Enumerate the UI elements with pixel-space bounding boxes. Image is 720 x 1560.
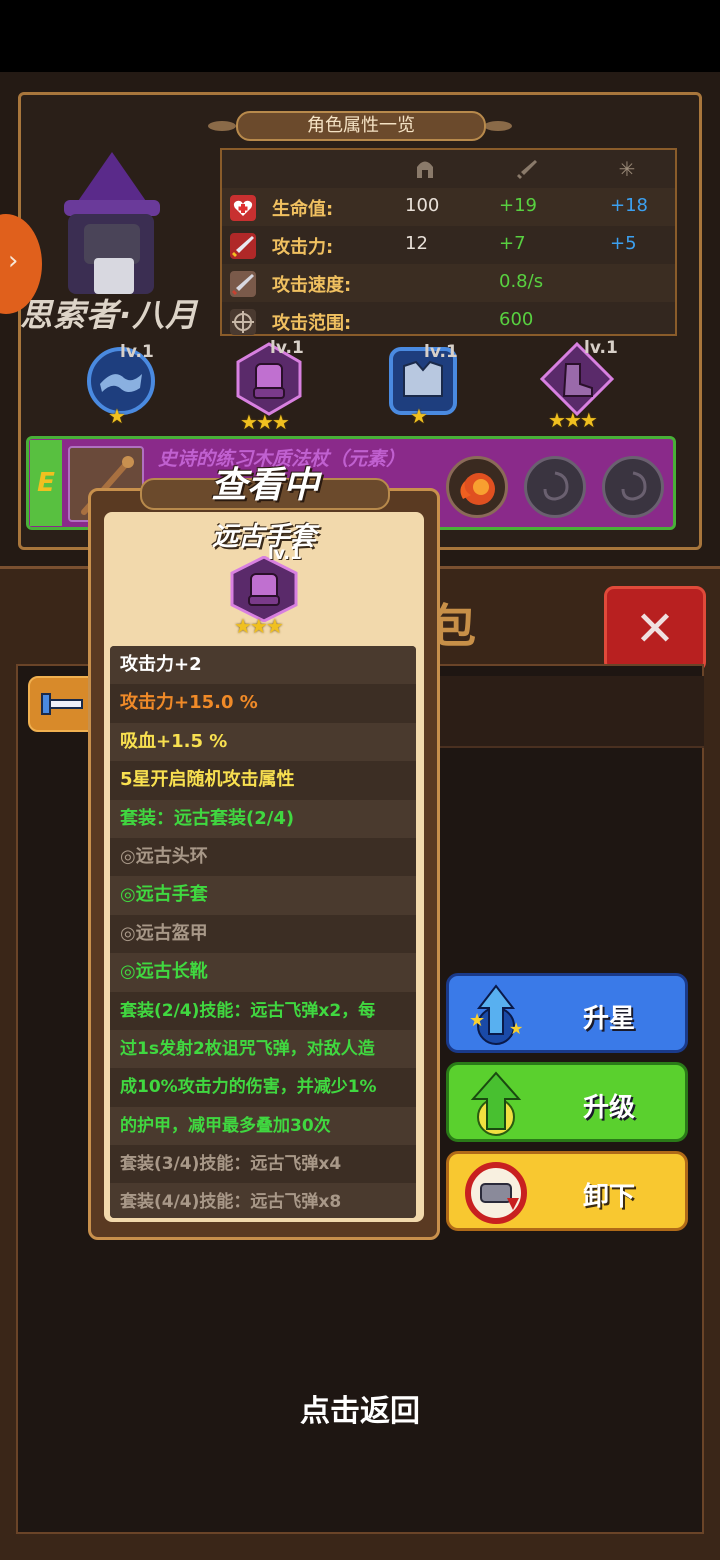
stat-base-value: 12	[405, 233, 428, 254]
set-skill-line: 套装(2/4)技能：远古飞弹x2，每	[110, 991, 416, 1030]
vortex-icon	[543, 471, 569, 501]
item-level: lv.1	[268, 544, 302, 564]
set-skill-line: 成10%攻击力的伤害，并减少1%	[110, 1068, 416, 1107]
weapon-grade-badge: E	[30, 440, 62, 526]
slot-level: lv.1	[120, 342, 154, 362]
wizard-robe	[94, 258, 134, 294]
level-up-arrow-icon	[470, 1071, 522, 1136]
title-ornament-right	[484, 121, 512, 131]
set-piece-row: ◎远古头环	[110, 837, 416, 877]
stats-header-row: ✳	[222, 150, 675, 188]
item-name: 远古手套	[211, 522, 316, 552]
stat-extra-bonus: +5	[610, 233, 637, 254]
slot-level: lv.1	[424, 342, 458, 362]
chevron-right-icon[interactable]: ›	[8, 246, 18, 276]
unequip-label: 卸下	[582, 1182, 635, 1212]
attr-row: 5星开启随机攻击属性	[110, 761, 416, 800]
stat-row-attack-range: 攻击范围: 600	[222, 302, 675, 340]
star-up-label: 升星	[582, 1004, 635, 1034]
stat-equip-bonus: +19	[499, 195, 537, 216]
skill-slot-fireball[interactable]	[446, 456, 508, 518]
skill-slot-empty[interactable]	[602, 456, 664, 518]
close-button[interactable]: ✕	[604, 586, 706, 672]
sparkle-icon: ✳	[618, 157, 636, 181]
attribute-overview-title: 角色属性一览	[236, 111, 486, 141]
set-skill-line: 的护甲，减甲最多叠加30次	[110, 1106, 416, 1146]
stats-table: ✳ 生命值: 100 +19 +18 攻击力: 12 +7 +5 攻击速度: 0…	[220, 148, 677, 336]
slot-stars: ★★★	[240, 410, 290, 434]
status-bar-area	[0, 0, 720, 72]
character-name: 思索者·八月	[20, 296, 199, 334]
locked-set-skill: 套装(3/4)技能：远古飞弹x4	[110, 1145, 416, 1184]
sword-attack-icon	[230, 233, 256, 259]
set-piece-row: ◎远古长靴	[110, 953, 416, 992]
stat-row-attack-speed: 攻击速度: 0.8/s	[222, 264, 675, 302]
unequip-button[interactable]: 卸下	[446, 1151, 688, 1231]
stat-row-hp: 生命值: 100 +19 +18	[222, 188, 675, 226]
set-name-row: 套装：远古套装(2/4)	[110, 799, 416, 838]
stat-extra-bonus: +18	[610, 195, 648, 216]
stat-equip-bonus: 0.8/s	[499, 271, 544, 292]
locked-set-skill: 套装(4/4)技能：远古飞弹x8	[110, 1183, 416, 1218]
stat-label: 生命值:	[272, 199, 334, 220]
attr-row: 吸血+1.5 %	[110, 722, 416, 762]
bag-tab-strip	[440, 676, 704, 748]
set-piece-row: ◎远古手套	[110, 876, 416, 915]
crosshair-icon	[230, 309, 256, 335]
star-up-button[interactable]: ★ ★ 升星	[446, 973, 688, 1053]
svg-text:★: ★	[469, 1010, 485, 1031]
slot-stars: ★	[410, 404, 428, 428]
set-skill-line: 过1s发射2枚诅咒飞弹，对敌人造	[110, 1029, 416, 1069]
vortex-icon	[621, 471, 647, 501]
slot-level: lv.1	[584, 338, 618, 358]
stat-equip-bonus: 600	[499, 309, 534, 330]
gauntlet-icon	[230, 556, 298, 622]
stat-label: 攻击范围:	[272, 313, 352, 334]
attr-row: 攻击力+2	[110, 646, 416, 685]
sword-icon	[516, 158, 538, 180]
slot-stars: ★	[108, 404, 126, 428]
heart-icon	[230, 195, 256, 221]
item-attribute-list: 攻击力+2 攻击力+15.0 % 吸血+1.5 % 5星开启随机攻击属性 套装：…	[110, 646, 416, 1218]
item-stars: ★★★	[234, 614, 284, 638]
level-up-button[interactable]: 升级	[446, 1062, 688, 1142]
viewing-status-title: 查看中	[210, 465, 319, 506]
stat-equip-bonus: +7	[499, 233, 526, 254]
set-piece-row: ◎远古盔甲	[110, 914, 416, 954]
fireball-icon	[460, 473, 495, 505]
attack-speed-icon	[230, 271, 256, 297]
wizard-hat-icon	[64, 152, 160, 216]
attr-row: 攻击力+15.0 %	[110, 684, 416, 723]
slot-level: lv.1	[270, 338, 304, 358]
title-ornament-left	[208, 121, 236, 131]
tap-to-return[interactable]: 点击返回	[0, 1386, 720, 1430]
helmet-icon	[414, 158, 436, 180]
skill-slot-empty[interactable]	[524, 456, 586, 518]
slot-stars: ★★★	[548, 408, 598, 432]
stat-label: 攻击速度:	[272, 275, 352, 296]
stat-row-attack: 攻击力: 12 +7 +5	[222, 226, 675, 264]
level-up-label: 升级	[582, 1093, 635, 1123]
stat-label: 攻击力:	[272, 237, 334, 258]
star-up-icon: ★ ★	[469, 984, 523, 1045]
unequip-icon	[465, 1162, 527, 1224]
svg-text:★: ★	[509, 1019, 523, 1038]
stat-base-value: 100	[405, 195, 440, 216]
